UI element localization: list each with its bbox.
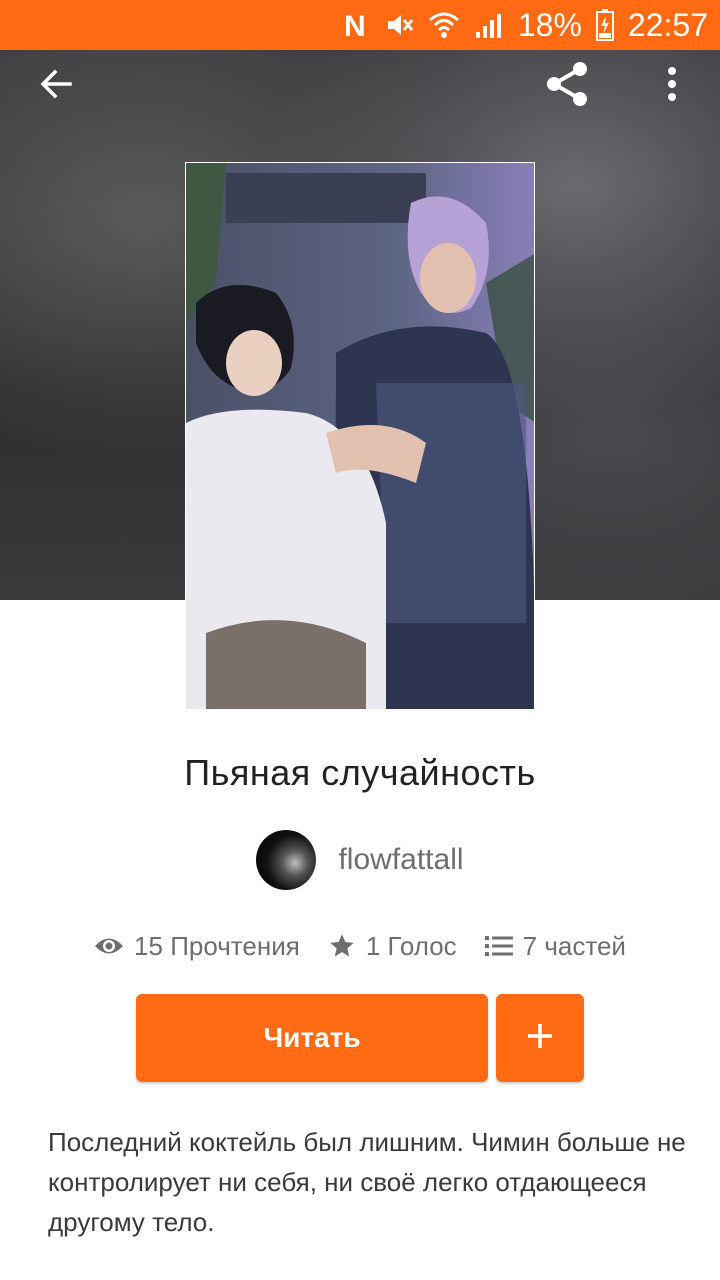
votes-stat: 1 Голос xyxy=(328,931,457,962)
arrow-left-icon xyxy=(38,66,74,107)
reads-count: 15 Прочтения xyxy=(134,930,300,961)
star-icon xyxy=(328,932,356,960)
back-button[interactable] xyxy=(26,56,86,116)
avatar[interactable] xyxy=(256,830,317,890)
author-name[interactable]: flowfattall xyxy=(338,843,463,877)
read-button[interactable]: Читать xyxy=(136,994,488,1082)
mute-icon xyxy=(384,10,414,40)
read-button-label: Читать xyxy=(263,1022,361,1053)
plus-icon xyxy=(526,1022,554,1055)
share-button[interactable] xyxy=(537,56,597,116)
parts-count: 7 частей xyxy=(522,930,626,961)
share-icon xyxy=(542,59,592,114)
clock: 22:57 xyxy=(627,7,708,43)
story-title: Пьяная случайность xyxy=(184,752,536,793)
more-button[interactable] xyxy=(642,56,702,116)
author-row[interactable]: flowfattall xyxy=(0,830,720,890)
votes-count: 1 Голос xyxy=(365,930,457,961)
reads-stat: 15 Прочтения xyxy=(94,931,300,962)
story-cover-image[interactable] xyxy=(185,162,535,710)
add-to-library-button[interactable] xyxy=(496,994,584,1082)
more-vertical-icon xyxy=(666,66,678,107)
story-stats: 15 Прочтения 1 Голос 7 частей xyxy=(0,918,720,974)
signal-icon xyxy=(474,10,504,40)
status-bar: N 18% 22:57 xyxy=(0,0,720,50)
svg-text:N: N xyxy=(344,10,366,40)
wifi-icon xyxy=(428,10,460,40)
n-notification-icon: N xyxy=(344,10,370,40)
eye-icon xyxy=(94,935,124,957)
battery-percent: 18% xyxy=(517,7,582,43)
list-icon xyxy=(484,934,513,958)
battery-charging-icon xyxy=(595,9,614,41)
parts-stat: 7 частей xyxy=(484,930,626,962)
story-description: Последний коктейль был лишним. Чимин бол… xyxy=(48,1127,686,1237)
